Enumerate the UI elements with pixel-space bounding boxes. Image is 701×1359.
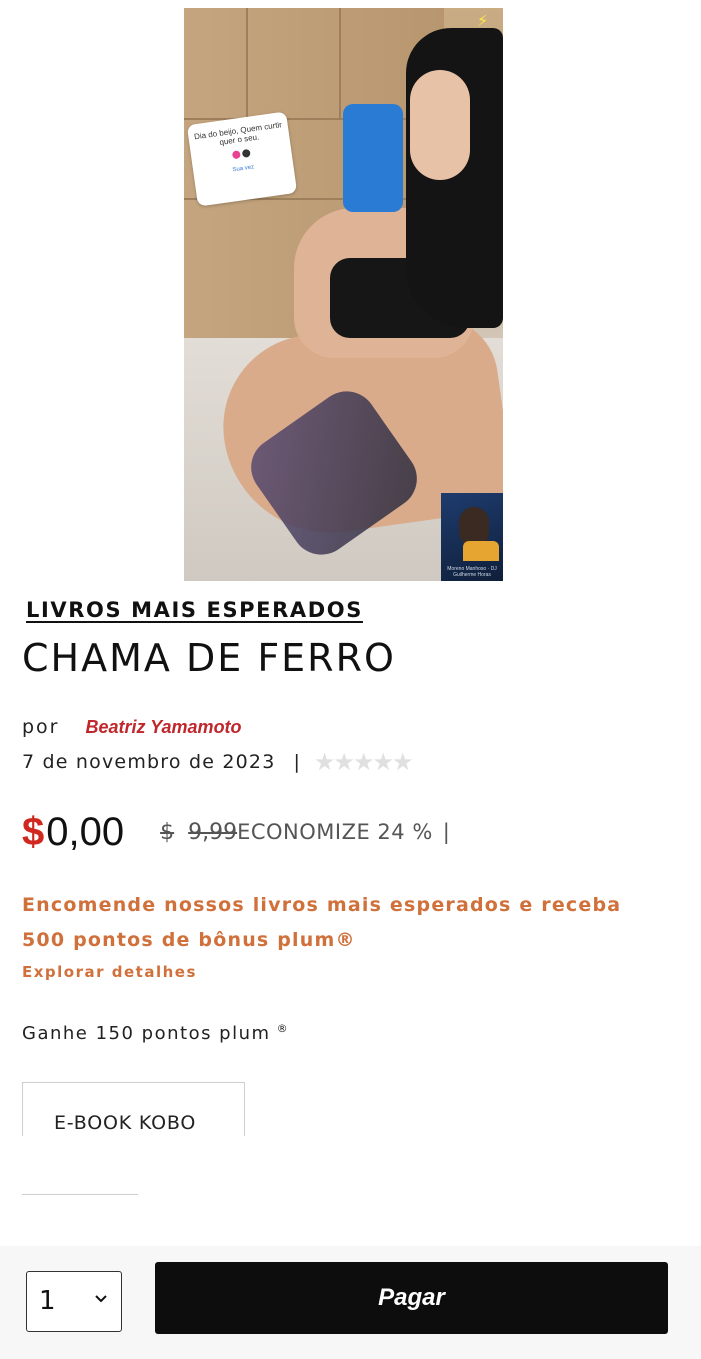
content-cutoff	[0, 1136, 701, 1246]
points-info: Ganhe 150 pontos plum ®	[22, 1022, 289, 1044]
by-label: por	[22, 716, 60, 738]
registered-mark: ®	[276, 1022, 290, 1035]
divider	[22, 1194, 138, 1195]
release-date: 7 de novembro de 2023	[22, 751, 276, 773]
book-cover-image: ⚡ Dia do beijo, Quem curtir quer o seu. …	[184, 8, 503, 581]
cover-cabinet-line	[246, 8, 248, 118]
album-caption: Moreno Manhoso · DJ Guilherme Horas	[447, 566, 497, 578]
format-label: E-BOOK KOBO	[54, 1112, 197, 1134]
pay-button[interactable]: Pagar	[155, 1262, 668, 1334]
pay-button-label: Pagar	[378, 1284, 445, 1311]
date-rating-row: 7 de novembro de 2023 | ★★★★★	[22, 748, 414, 776]
currency-symbol: $	[22, 809, 45, 854]
story-sticker-text: Dia do beijo, Quem curtir quer o seu.	[193, 120, 283, 147]
quantity-select[interactable]: 1	[26, 1271, 122, 1332]
price-row: $ 0,00 $ 9,99 ECONOMIZE 24 % |	[22, 804, 450, 860]
promo-text: Encomende nossos livros mais esperados e…	[22, 894, 622, 951]
avatar	[231, 150, 241, 160]
old-currency-symbol: $	[160, 819, 175, 845]
separator: |	[293, 751, 300, 773]
flash-icon: ⚡	[477, 11, 489, 30]
rating-stars: ★★★★★	[313, 748, 414, 776]
cover-face	[410, 70, 470, 180]
points-text: Ganhe 150 pontos plum	[22, 1023, 271, 1044]
product-title: CHAMA DE FERRO	[22, 636, 396, 680]
author-link[interactable]: Beatriz Yamamoto	[86, 717, 242, 738]
story-sticker-link: Sua vez	[232, 164, 255, 174]
current-price: 0,00	[46, 809, 125, 854]
explore-details-link[interactable]: Explorar detalhes	[22, 963, 197, 981]
avatar	[241, 148, 251, 158]
story-sticker: Dia do beijo, Quem curtir quer o seu. Su…	[186, 111, 298, 207]
album-art-thumbnail: Moreno Manhoso · DJ Guilherme Horas	[441, 493, 503, 581]
chevron-down-icon	[95, 1295, 107, 1303]
category-link[interactable]: LIVROS MAIS ESPERADOS	[26, 598, 363, 622]
old-price: 9,99	[188, 819, 238, 845]
cover-phone	[343, 104, 403, 212]
album-shirt	[463, 541, 499, 561]
author-row: por Beatriz Yamamoto	[22, 714, 242, 740]
cover-cabinet-line	[339, 8, 341, 118]
price-separator: |	[442, 820, 450, 844]
quantity-value: 1	[39, 1286, 56, 1316]
story-sticker-avatars	[230, 148, 253, 162]
savings-label: ECONOMIZE 24 %	[237, 820, 433, 844]
